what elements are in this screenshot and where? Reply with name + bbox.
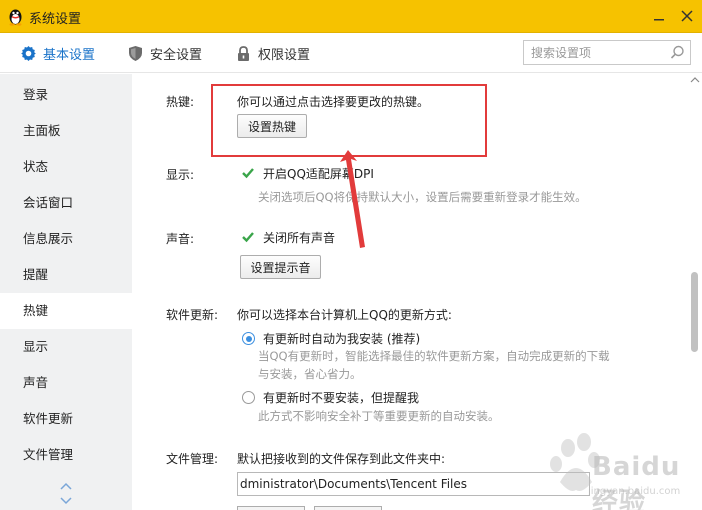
auto-install-hint-line2: 与安装，省心省力。	[258, 367, 362, 381]
sidebar-item-login[interactable]: 登录	[0, 77, 132, 113]
sidebar-item-software-update[interactable]: 软件更新	[0, 401, 132, 437]
search-icon[interactable]	[669, 44, 686, 61]
tab-permission-settings[interactable]: 权限设置	[235, 33, 310, 73]
auto-install-label[interactable]: 有更新时自动为我安装 (推荐)	[263, 330, 420, 347]
minimize-icon[interactable]	[648, 6, 670, 26]
settings-content-panel: 热键: 你可以通过点击选择要更改的热键。 设置热键 显示: 开启QQ适配屏幕DP…	[132, 74, 702, 510]
watermark-text: Baidu 经验	[592, 452, 681, 510]
browse-folder-button[interactable]	[237, 506, 305, 510]
sidebar-item-reminder[interactable]: 提醒	[0, 257, 132, 293]
hotkey-description: 你可以通过点击选择要更改的热键。	[237, 95, 430, 109]
display-section-label: 显示:	[166, 168, 195, 182]
update-section-label: 软件更新:	[166, 308, 219, 322]
sidebar-item-status[interactable]: 状态	[0, 149, 132, 185]
title-bar: 系统设置	[0, 0, 702, 33]
mute-checkbox-check-icon[interactable]	[241, 230, 255, 244]
tab-security-settings[interactable]: 安全设置	[127, 33, 202, 73]
settings-sidebar: 登录 主面板 状态 会话窗口 信息展示 提醒 热键 显示 声音 软件更新 文件管…	[0, 74, 132, 510]
mute-all-sounds-label[interactable]: 关闭所有声音	[263, 229, 335, 246]
sidebar-item-display[interactable]: 显示	[0, 329, 132, 365]
open-folder-button[interactable]	[314, 506, 382, 510]
hotkey-section-label: 热键:	[166, 95, 195, 109]
update-description: 你可以选择本台计算机上QQ的更新方式:	[237, 308, 452, 322]
tab-label: 基本设置	[43, 47, 96, 63]
dpi-checkbox-check-icon[interactable]	[241, 166, 255, 180]
sound-section-label: 声音:	[166, 232, 195, 246]
tab-label: 安全设置	[150, 47, 203, 63]
auto-install-radio[interactable]	[242, 332, 255, 345]
tab-basic-settings[interactable]: 基本设置	[20, 33, 95, 73]
sidebar-item-sound[interactable]: 声音	[0, 365, 132, 401]
watermark-url: jingyan.baidu.com	[588, 486, 681, 497]
remind-only-radio[interactable]	[242, 391, 255, 404]
tab-label: 权限设置	[258, 47, 311, 63]
sidebar-item-chat-window[interactable]: 会话窗口	[0, 185, 132, 221]
download-folder-path-field[interactable]: dministrator\Documents\Tencent Files	[237, 472, 585, 496]
file-management-description: 默认把接收到的文件保存到此文件夹中:	[237, 452, 446, 466]
sidebar-scroll-chevrons-icon[interactable]	[57, 478, 75, 508]
qq-penguin-icon	[9, 9, 22, 26]
scroll-up-arrow-icon[interactable]	[690, 76, 700, 84]
set-notification-sound-button[interactable]: 设置提示音	[240, 255, 321, 279]
close-icon[interactable]	[676, 6, 698, 26]
sidebar-item-hotkey[interactable]: 热键	[0, 293, 132, 329]
shield-icon	[129, 45, 142, 61]
sidebar-item-info-display[interactable]: 信息展示	[0, 221, 132, 257]
file-management-section-label: 文件管理:	[166, 452, 219, 466]
remind-only-label[interactable]: 有更新时不要安装，但提醒我	[263, 389, 419, 406]
settings-search-box[interactable]	[523, 40, 691, 65]
settings-tab-bar: 基本设置 安全设置 权限设置	[0, 33, 702, 73]
search-input[interactable]	[524, 41, 664, 64]
remind-only-hint: 此方式不影响安全补丁等重要更新的自动安装。	[258, 409, 500, 423]
set-hotkey-button[interactable]: 设置热键	[237, 114, 307, 138]
window-title: 系统设置	[29, 12, 82, 27]
dpi-hint-text: 关闭选项后QQ将保持默认大小，设置后需要重新登录才能生效。	[258, 190, 587, 204]
content-scrollbar-thumb[interactable]	[691, 272, 698, 352]
gear-icon	[21, 45, 36, 61]
auto-install-hint-line1: 当QQ有更新时，智能选择最佳的软件更新方案，自动完成更新的下载	[258, 349, 610, 363]
dpi-checkbox-label[interactable]: 开启QQ适配屏幕DPI	[263, 165, 374, 182]
sidebar-item-main-panel[interactable]: 主面板	[0, 113, 132, 149]
sidebar-item-file-management[interactable]: 文件管理	[0, 437, 132, 473]
lock-icon	[238, 45, 249, 61]
